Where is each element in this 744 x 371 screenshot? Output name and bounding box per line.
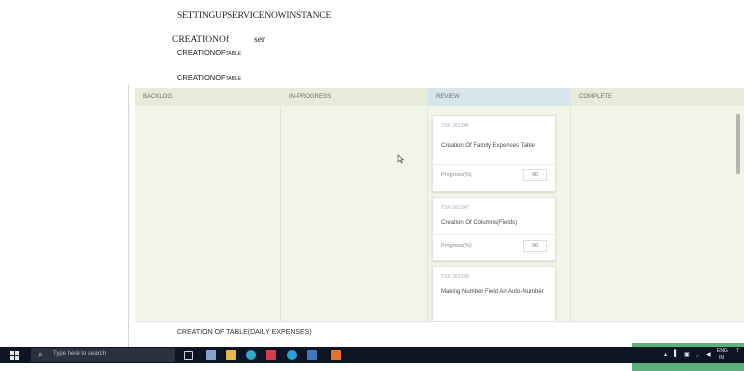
clock[interactable]: 7 bbox=[736, 348, 739, 354]
doc-word-creation: CREATION bbox=[177, 73, 216, 82]
mail-icon[interactable] bbox=[307, 350, 317, 360]
column-in-progress[interactable] bbox=[281, 106, 428, 327]
chrome-icon[interactable] bbox=[246, 350, 256, 360]
task-title: Creation Of Columns(Fields) bbox=[441, 220, 518, 226]
doc-word-table: TABLE bbox=[225, 76, 242, 82]
task-view-icon[interactable] bbox=[184, 351, 193, 360]
scrollbar-thumb[interactable] bbox=[736, 114, 740, 174]
progress-value[interactable]: 90 bbox=[523, 169, 547, 181]
card-divider bbox=[433, 234, 555, 235]
tray-chevron-icon[interactable]: ▴ bbox=[664, 351, 667, 358]
doc-line-creation-of-table-2: CREATIONOFTABLE bbox=[177, 73, 241, 82]
progress-label: Progress(%) bbox=[441, 243, 472, 249]
doc-line-creation: CREATIONOf bbox=[172, 35, 229, 45]
task-title: Making Number Field An Auto-Number bbox=[441, 289, 544, 295]
battery-icon[interactable]: ▌ bbox=[674, 351, 678, 357]
network-icon[interactable]: ▣ bbox=[684, 351, 690, 358]
windows-start-icon[interactable] bbox=[10, 351, 19, 360]
column-header-in-progress[interactable]: IN-PROGRESS bbox=[281, 88, 428, 106]
column-header-backlog[interactable]: BACKLOG bbox=[135, 88, 281, 106]
taskbar-search-input[interactable]: ⌕ Type here to search bbox=[31, 348, 175, 362]
file-explorer-icon[interactable] bbox=[226, 350, 236, 360]
task-card[interactable]: TSK-381346 Creation Of Family Expenses T… bbox=[432, 115, 556, 192]
search-icon: ⌕ bbox=[38, 349, 44, 359]
task-id[interactable]: TSK-381348 bbox=[441, 274, 469, 280]
task-id[interactable]: TSK-381346 bbox=[441, 123, 469, 129]
kanban-board: BACKLOG IN-PROGRESS REVIEW COMPLETE TSK-… bbox=[135, 88, 744, 347]
doc-word-table: TABLE bbox=[225, 51, 242, 57]
doc-word-of: OF bbox=[215, 73, 226, 82]
card-divider bbox=[433, 164, 555, 165]
app-icon[interactable] bbox=[331, 350, 341, 360]
task-title: Creation Of Family Expenses Table bbox=[441, 143, 535, 149]
progress-value[interactable]: 90 bbox=[523, 240, 547, 252]
language-indicator[interactable]: ENG bbox=[717, 348, 728, 354]
language-indicator-sub: IN bbox=[719, 355, 724, 361]
app-icon[interactable] bbox=[266, 350, 276, 360]
task-id[interactable]: TSK-381347 bbox=[441, 205, 469, 211]
volume-icon[interactable]: ◀ bbox=[706, 351, 711, 358]
windows-taskbar: ⌕ Type here to search ▴ ▌ ▣ ◞ ◀ ENG IN 7 bbox=[0, 347, 744, 363]
board-title: CREATION OF TABLE(DAILY EXPENSES) bbox=[177, 329, 312, 336]
doc-word-of: OF bbox=[215, 48, 226, 57]
mouse-cursor-icon bbox=[397, 154, 404, 164]
progress-label: Progress(%) bbox=[441, 172, 472, 178]
left-gutter bbox=[0, 85, 128, 347]
left-divider bbox=[128, 85, 129, 347]
app-icon[interactable] bbox=[206, 350, 216, 360]
doc-heading: SETTINGUPSERVICENOWINSTANCE bbox=[177, 11, 332, 21]
task-card[interactable]: TSK-381348 Making Number Field An Auto-N… bbox=[432, 266, 556, 327]
edge-icon[interactable] bbox=[287, 350, 297, 360]
wifi-icon[interactable]: ◞ bbox=[696, 351, 698, 358]
task-card[interactable]: TSK-381347 Creation Of Columns(Fields) P… bbox=[432, 197, 556, 261]
column-backlog[interactable] bbox=[135, 106, 281, 327]
search-placeholder: Type here to search bbox=[53, 351, 107, 357]
doc-line-suffix: ser bbox=[254, 35, 266, 45]
doc-word-creation: CREATION bbox=[177, 48, 216, 57]
doc-line-creation-of-table: CREATIONOFTABLE bbox=[177, 48, 241, 57]
column-review[interactable]: TSK-381346 Creation Of Family Expenses T… bbox=[428, 106, 571, 327]
column-header-review[interactable]: REVIEW bbox=[428, 88, 571, 106]
column-header-complete[interactable]: COMPLETE bbox=[571, 88, 744, 106]
column-complete[interactable] bbox=[571, 106, 744, 327]
